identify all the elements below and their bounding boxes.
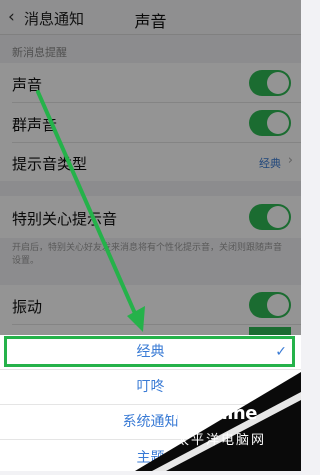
watermark-tagline: 太平洋电脑网 xyxy=(176,433,267,448)
watermark-background xyxy=(135,372,301,471)
watermark-logo: PConline xyxy=(172,403,257,424)
